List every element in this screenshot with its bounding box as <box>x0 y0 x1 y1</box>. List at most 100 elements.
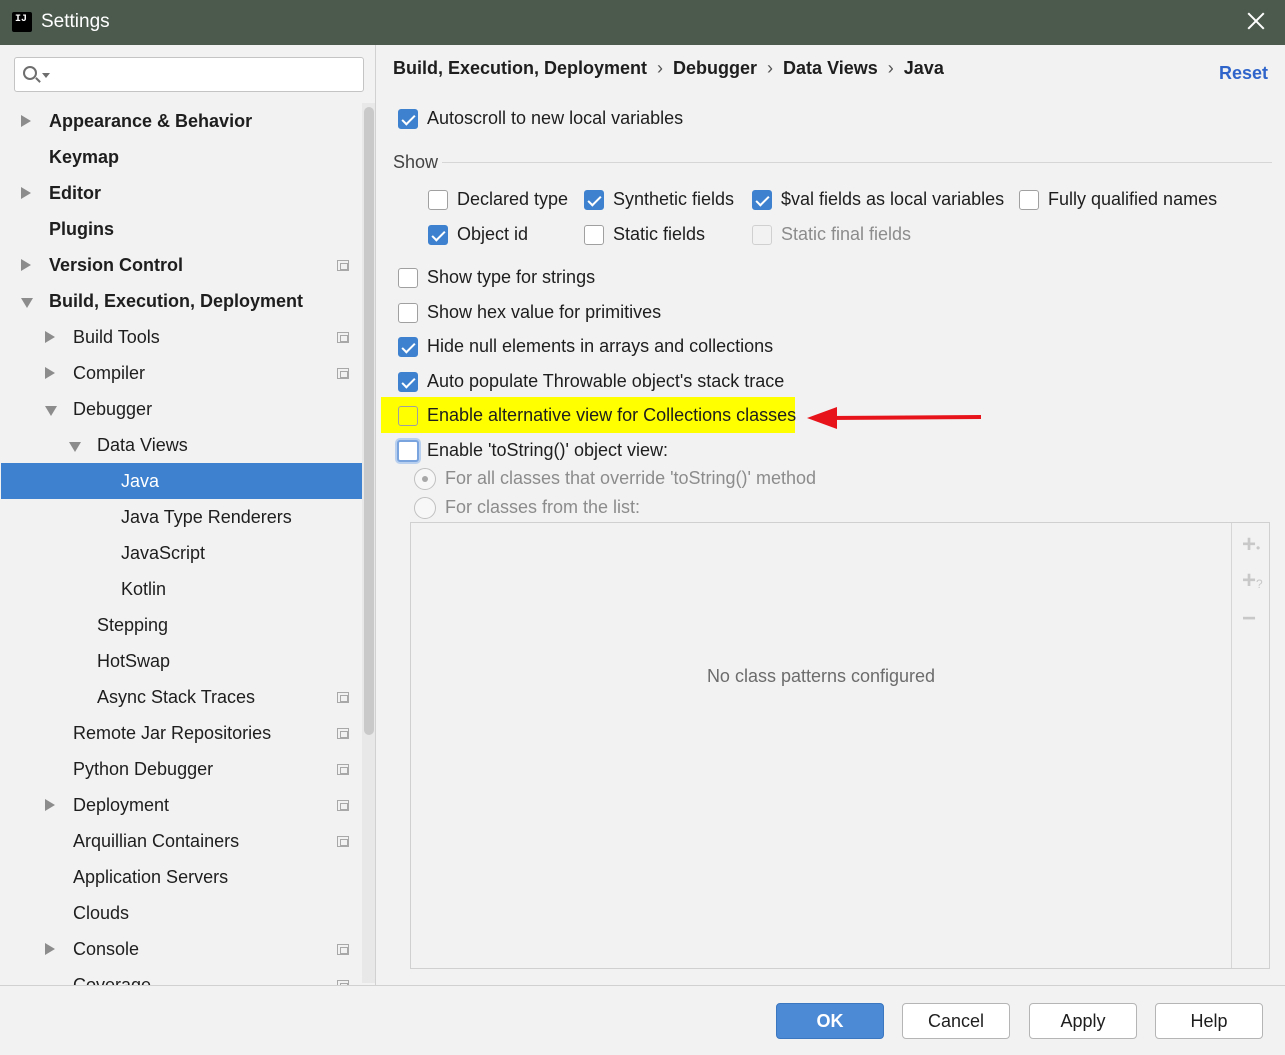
tree-item-label: Version Control <box>49 255 184 275</box>
tree-item[interactable]: Arquillian Containers <box>1 823 375 859</box>
tree-item[interactable]: Clouds <box>1 895 375 931</box>
tree-item[interactable]: Data Views <box>1 427 375 463</box>
all-classes-radio <box>414 468 436 490</box>
tree-item-label: Arquillian Containers <box>73 831 240 851</box>
tree-item[interactable]: Build, Execution, Deployment <box>1 283 375 319</box>
tree-item-label: Appearance & Behavior <box>49 111 253 131</box>
tree-item[interactable]: Java <box>1 463 375 499</box>
tree-item-label: Remote Jar Repositories <box>73 723 272 743</box>
tree-item-label: Java Type Renderers <box>121 507 292 527</box>
alt-view-label[interactable]: Enable alternative view for Collections … <box>427 405 796 426</box>
add-pattern-icon: +• <box>1242 531 1261 558</box>
alt-view-checkbox[interactable] <box>398 406 418 426</box>
breadcrumb: Build, Execution, Deployment › Debugger › Da… <box>393 58 944 79</box>
tree-item[interactable]: HotSwap <box>1 643 375 679</box>
hex-value-label[interactable]: Show hex value for primitives <box>427 302 661 323</box>
reset-link[interactable]: Reset <box>1219 63 1268 84</box>
static-final-fields-checkbox <box>752 225 772 245</box>
hide-null-label[interactable]: Hide null elements in arrays and collect… <box>427 336 773 357</box>
tree-item[interactable]: Application Servers <box>1 859 375 895</box>
val-fields-checkbox[interactable] <box>752 190 772 210</box>
tree-item-label: Python Debugger <box>73 759 214 779</box>
synthetic-fields-checkbox[interactable] <box>584 190 604 210</box>
tree-item[interactable]: Python Debugger <box>1 751 375 787</box>
settings-content: Build, Execution, Deployment › Debugger › Da… <box>377 45 1284 985</box>
tree-item-label: Compiler <box>73 363 146 383</box>
from-list-label: For classes from the list: <box>445 497 641 517</box>
tree-item[interactable]: Plugins <box>1 211 375 247</box>
tree-item[interactable]: Java Type Renderers <box>1 499 375 535</box>
tree-item[interactable]: Build Tools <box>1 319 375 355</box>
breadcrumb-item: Data Views <box>783 58 878 78</box>
expand-right-icon[interactable] <box>45 943 55 955</box>
hide-null-checkbox[interactable] <box>398 337 418 357</box>
expand-down-icon[interactable] <box>69 442 81 452</box>
cancel-button[interactable]: Cancel <box>902 1003 1010 1039</box>
expand-down-icon[interactable] <box>45 406 57 416</box>
tree-item-label: Editor <box>49 183 101 203</box>
apply-button[interactable]: Apply <box>1029 1003 1137 1039</box>
static-fields-label[interactable]: Static fields <box>613 224 705 245</box>
tree-item[interactable]: Deployment <box>1 787 375 823</box>
synthetic-fields-label[interactable]: Synthetic fields <box>613 189 734 210</box>
auto-populate-checkbox[interactable] <box>398 372 418 392</box>
fully-qualified-checkbox[interactable] <box>1019 190 1039 210</box>
static-fields-checkbox[interactable] <box>584 225 604 245</box>
val-fields-label[interactable]: $val fields as local variables <box>781 189 1004 210</box>
tostring-view-checkbox[interactable] <box>397 440 419 462</box>
expand-right-icon[interactable] <box>45 799 55 811</box>
tree-item[interactable]: Editor <box>1 175 375 211</box>
tree-item[interactable]: Keymap <box>1 139 375 175</box>
type-strings-checkbox[interactable] <box>398 268 418 288</box>
tree-item[interactable]: Stepping <box>1 607 375 643</box>
tostring-view-label[interactable]: Enable 'toString()' object view: <box>427 440 668 461</box>
chevron-down-icon[interactable] <box>42 73 50 78</box>
tree-item[interactable]: JavaScript <box>1 535 375 571</box>
chevron-right-icon: › <box>767 58 774 78</box>
add-class-icon: +? <box>1242 567 1263 594</box>
tree-item[interactable]: Remote Jar Repositories <box>1 715 375 751</box>
project-level-icon <box>337 260 349 271</box>
expand-right-icon[interactable] <box>21 115 31 127</box>
autoscroll-checkbox[interactable] <box>398 109 418 129</box>
autoscroll-label[interactable]: Autoscroll to new local variables <box>427 108 683 129</box>
fully-qualified-label[interactable]: Fully qualified names <box>1048 189 1217 210</box>
breadcrumb-item: Debugger <box>673 58 758 78</box>
scrollbar-thumb[interactable] <box>364 107 374 735</box>
expand-right-icon[interactable] <box>21 187 31 199</box>
declared-type-checkbox[interactable] <box>428 190 448 210</box>
intellij-app-icon: IJ <box>10 10 34 34</box>
tree-item-label: Application Servers <box>73 867 229 887</box>
expand-right-icon[interactable] <box>45 331 55 343</box>
type-strings-label[interactable]: Show type for strings <box>427 267 595 288</box>
tree-item-label: Clouds <box>73 903 130 923</box>
chevron-right-icon: › <box>887 58 894 78</box>
auto-populate-label[interactable]: Auto populate Throwable object's stack t… <box>427 371 784 392</box>
tree-item[interactable]: Kotlin <box>1 571 375 607</box>
help-button[interactable]: Help <box>1155 1003 1263 1039</box>
tree-item[interactable]: Debugger <box>1 391 375 427</box>
declared-type-label[interactable]: Declared type <box>457 189 568 210</box>
tree-item[interactable]: Appearance & Behavior <box>1 103 375 139</box>
sidebar-scrollbar[interactable] <box>362 103 375 983</box>
hex-value-checkbox[interactable] <box>398 303 418 323</box>
tree-item[interactable]: Coverage <box>1 967 375 985</box>
static-final-fields-label: Static final fields <box>781 224 912 244</box>
class-patterns-list: No class patterns configured +• +? − <box>410 522 1270 969</box>
expand-down-icon[interactable] <box>21 298 33 308</box>
tree-item-label: Build Tools <box>73 327 160 347</box>
dialog-buttons: OK Cancel Apply Help <box>0 985 1285 1055</box>
tree-item[interactable]: Console <box>1 931 375 967</box>
project-level-icon <box>337 764 349 775</box>
tree-item[interactable]: Compiler <box>1 355 375 391</box>
close-icon[interactable] <box>1243 8 1269 34</box>
tree-item-label: Debugger <box>73 399 153 419</box>
tree-item[interactable]: Version Control <box>1 247 375 283</box>
object-id-label[interactable]: Object id <box>457 224 528 245</box>
search-input[interactable] <box>14 57 364 92</box>
expand-right-icon[interactable] <box>21 259 31 271</box>
object-id-checkbox[interactable] <box>428 225 448 245</box>
expand-right-icon[interactable] <box>45 367 55 379</box>
ok-button[interactable]: OK <box>776 1003 884 1039</box>
tree-item[interactable]: Async Stack Traces <box>1 679 375 715</box>
